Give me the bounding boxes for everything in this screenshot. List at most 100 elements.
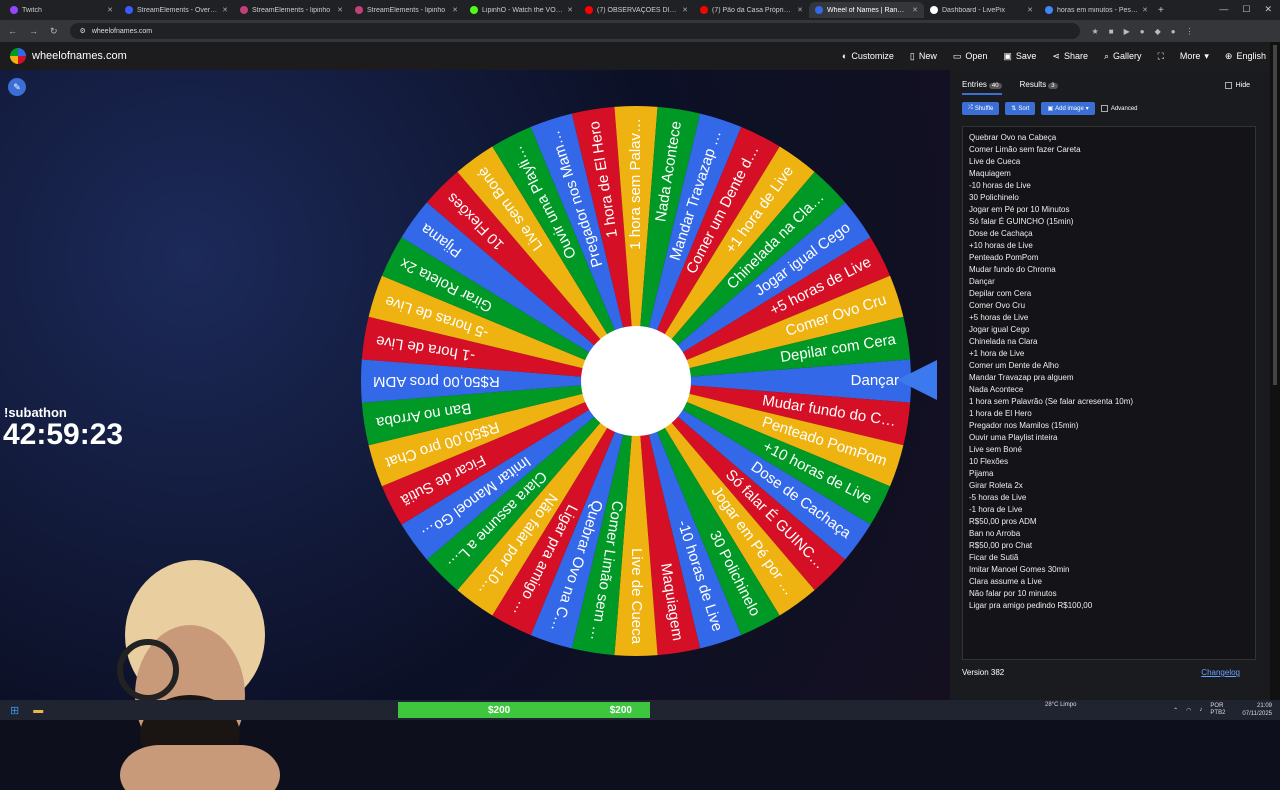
- tab-favicon-icon: [125, 6, 133, 14]
- entry-line: Girar Roleta 2x: [969, 481, 1023, 490]
- browser-tab[interactable]: (7) OBSERVAÇÕES DIÁRIAS ✕: [579, 2, 694, 18]
- share-icon: ⋖: [1052, 50, 1060, 61]
- pencil-icon: ✎: [13, 81, 21, 92]
- browser-tab[interactable]: StreamElements - lipinho ✕: [349, 2, 464, 18]
- tab-entries[interactable]: Entries 40: [962, 80, 1002, 95]
- tab-favicon-icon: [1045, 6, 1053, 14]
- sort-button[interactable]: ⇅ Sort: [1005, 102, 1036, 115]
- entry-line: Live de Cueca: [969, 157, 1021, 166]
- gallery-button[interactable]: ⌕ Gallery: [1104, 51, 1142, 62]
- browser-tab[interactable]: Twitch ✕: [4, 2, 119, 18]
- edit-button[interactable]: ✎: [8, 78, 26, 96]
- close-tab-icon[interactable]: ✕: [797, 6, 803, 14]
- close-tab-icon[interactable]: ✕: [1027, 6, 1033, 14]
- browser-menu-icon[interactable]: ⋮: [1186, 27, 1194, 36]
- entry-line: 30 Polichinelo: [969, 193, 1019, 202]
- entry-line: 1 hora sem Palavrão (Se falar acresenta …: [969, 397, 1134, 406]
- entry-line: Live sem Boné: [969, 445, 1022, 454]
- tab-title: (7) Pão da Casa Própria / Pix: [712, 6, 793, 14]
- site-logo[interactable]: wheelofnames.com: [0, 48, 127, 64]
- browser-tab[interactable]: Dashboard - LivePix ✕: [924, 2, 1039, 18]
- new-button[interactable]: ▯ New: [910, 51, 937, 62]
- browser-tab[interactable]: (7) Pão da Casa Própria / Pix ✕: [694, 2, 809, 18]
- wheel[interactable]: Dançar Mudar fundo do C… Penteado PomPom +1…: [361, 106, 911, 661]
- add-image-button[interactable]: ▣ Add image ▾: [1041, 102, 1095, 115]
- back-icon[interactable]: ←: [8, 26, 17, 37]
- wheel-svg[interactable]: DançarMudar fundo do C…Penteado PomPom+1…: [361, 106, 911, 656]
- fullscreen-button[interactable]: ⛶: [1158, 51, 1164, 62]
- star-icon[interactable]: ★: [1092, 27, 1099, 36]
- language-indicator[interactable]: POR PTB2: [1210, 703, 1234, 717]
- clock[interactable]: 21:09 07/11/2025: [1242, 702, 1272, 718]
- weather-widget[interactable]: 28°C Limpo: [1045, 702, 1076, 708]
- save-button[interactable]: ▣ Save: [1003, 51, 1036, 62]
- close-tab-icon[interactable]: ✕: [567, 6, 573, 14]
- page-scrollbar[interactable]: [1270, 42, 1280, 700]
- search-icon: ⌕: [1104, 50, 1110, 61]
- close-window-icon[interactable]: ✕: [1264, 4, 1272, 15]
- customize-button[interactable]: ◐ Customize: [842, 51, 894, 61]
- save-icon: ▣: [1003, 50, 1012, 61]
- language-button[interactable]: ⊕ English: [1225, 51, 1266, 62]
- site-info-icon[interactable]: ⚙: [80, 27, 86, 35]
- maximize-icon[interactable]: ☐: [1242, 4, 1250, 15]
- close-tab-icon[interactable]: ✕: [222, 6, 228, 14]
- results-count-badge: 3: [1048, 83, 1058, 89]
- scrollbar-thumb[interactable]: [1273, 45, 1277, 385]
- entry-line: Ouvir uma Playlist inteira: [969, 433, 1058, 442]
- browser-tab[interactable]: LipinhO - Watch the VOD on ✕: [464, 2, 579, 18]
- profile-icon[interactable]: ●: [1171, 27, 1176, 36]
- wheel-center[interactable]: [581, 326, 691, 436]
- hide-toggle[interactable]: Hide: [1224, 82, 1250, 89]
- browser-tab[interactable]: Wheel of Names | Random na ✕: [809, 2, 924, 18]
- entry-line: Nada Acontece: [969, 385, 1024, 394]
- tab-title: Wheel of Names | Random na: [827, 6, 908, 14]
- close-tab-icon[interactable]: ✕: [1142, 6, 1148, 14]
- reload-icon[interactable]: ↻: [50, 26, 58, 37]
- browser-tab[interactable]: StreamElements - Overlays ✕: [119, 2, 234, 18]
- tab-results[interactable]: Results 3: [1020, 80, 1058, 95]
- close-tab-icon[interactable]: ✕: [107, 6, 113, 14]
- close-tab-icon[interactable]: ✕: [682, 6, 688, 14]
- share-button[interactable]: ⋖ Share: [1052, 51, 1088, 62]
- entries-textarea[interactable]: Quebrar Ovo na Cabeça Comer Limão sem faz…: [962, 126, 1256, 660]
- entry-line: Ban no Arroba: [969, 529, 1021, 538]
- entry-line: +1 hora de Live: [969, 349, 1025, 358]
- entry-line: Mandar Travazap pra alguem: [969, 373, 1074, 382]
- entry-line: Imitar Manoel Gomes 30min: [969, 565, 1070, 574]
- advanced-toggle[interactable]: Advanced: [1100, 105, 1138, 112]
- browser-tab[interactable]: horas em minutos - Pesquisa ✕: [1039, 2, 1154, 18]
- extension-icon[interactable]: ●: [1140, 27, 1145, 36]
- more-button[interactable]: More ▾: [1180, 51, 1209, 62]
- open-button[interactable]: ▭ Open: [953, 51, 988, 62]
- close-tab-icon[interactable]: ✕: [912, 6, 918, 14]
- volume-icon[interactable]: ♪: [1199, 707, 1202, 713]
- windows-start-icon[interactable]: ⊞: [10, 704, 19, 717]
- extension-icon[interactable]: ■: [1109, 27, 1114, 36]
- entry-line: Comer um Dente de Alho: [969, 361, 1059, 370]
- shuffle-button[interactable]: ⤮ Shuffle: [962, 102, 1000, 115]
- chevron-down-icon: ▾: [1085, 106, 1089, 112]
- shuffle-icon: ⤮: [968, 105, 973, 111]
- extension-icon[interactable]: ▶: [1124, 27, 1130, 36]
- changelog-link[interactable]: Changelog: [1201, 668, 1240, 677]
- close-tab-icon[interactable]: ✕: [452, 6, 458, 14]
- chevron-down-icon: ▾: [1204, 50, 1209, 61]
- folder-icon[interactable]: ▬: [33, 705, 43, 716]
- forward-icon[interactable]: →: [29, 26, 38, 37]
- entry-line: Maquiagem: [969, 169, 1011, 178]
- site-header: wheelofnames.com ◐ Customize ▯ New ▭ Open ▣…: [0, 42, 1280, 70]
- extension-icon[interactable]: ◆: [1155, 27, 1161, 36]
- wifi-icon[interactable]: ◠: [1186, 707, 1191, 714]
- close-tab-icon[interactable]: ✕: [337, 6, 343, 14]
- tab-title: StreamElements - lipinho: [252, 6, 331, 14]
- minimize-icon[interactable]: —: [1219, 4, 1228, 15]
- hide-checkbox[interactable]: [1224, 82, 1232, 89]
- goal-right-amount: $200: [609, 704, 632, 716]
- advanced-checkbox[interactable]: [1100, 105, 1108, 112]
- entry-line: -1 hora de Live: [969, 505, 1023, 514]
- url-field[interactable]: ⚙ wheelofnames.com: [69, 23, 1080, 39]
- browser-tab[interactable]: StreamElements - lipinho ✕: [234, 2, 349, 18]
- new-tab-icon[interactable]: +: [1158, 5, 1164, 16]
- tray-chevron-icon[interactable]: ⌃: [1173, 707, 1178, 714]
